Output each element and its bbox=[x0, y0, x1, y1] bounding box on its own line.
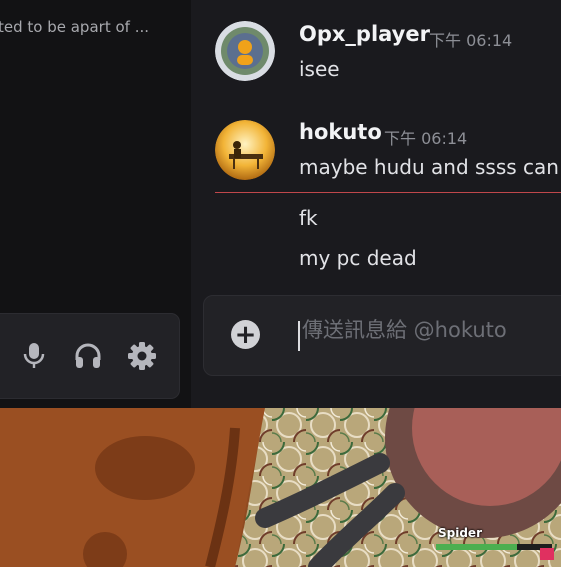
message-text: maybe hudu and ssss can bbox=[299, 155, 559, 179]
settings-gear-icon[interactable] bbox=[126, 340, 158, 372]
message-input[interactable] bbox=[302, 318, 561, 342]
channel-preview-text[interactable]: ted to be apart of ... bbox=[0, 18, 188, 36]
enemy-name-label: Spider bbox=[438, 526, 482, 540]
message-timestamp: 下午 06:14 bbox=[429, 31, 513, 50]
avatar-hokuto[interactable] bbox=[215, 120, 275, 180]
message-author-name[interactable]: hokuto bbox=[299, 120, 382, 144]
text-caret bbox=[298, 321, 300, 351]
new-messages-divider bbox=[215, 192, 561, 193]
microphone-icon[interactable] bbox=[18, 340, 50, 372]
message-timestamp: 下午 06:14 bbox=[384, 129, 468, 148]
add-attachment-button[interactable]: + bbox=[231, 320, 260, 349]
message-text: my pc dead bbox=[299, 246, 417, 270]
avatar-opx-player[interactable] bbox=[215, 21, 275, 81]
message-author-name[interactable]: Opx_player bbox=[299, 22, 430, 46]
headphones-icon[interactable] bbox=[72, 340, 104, 372]
plus-icon: + bbox=[234, 319, 257, 350]
message-text: isee bbox=[299, 57, 340, 81]
message-text: fk bbox=[299, 206, 318, 230]
game-viewport[interactable] bbox=[0, 408, 561, 567]
